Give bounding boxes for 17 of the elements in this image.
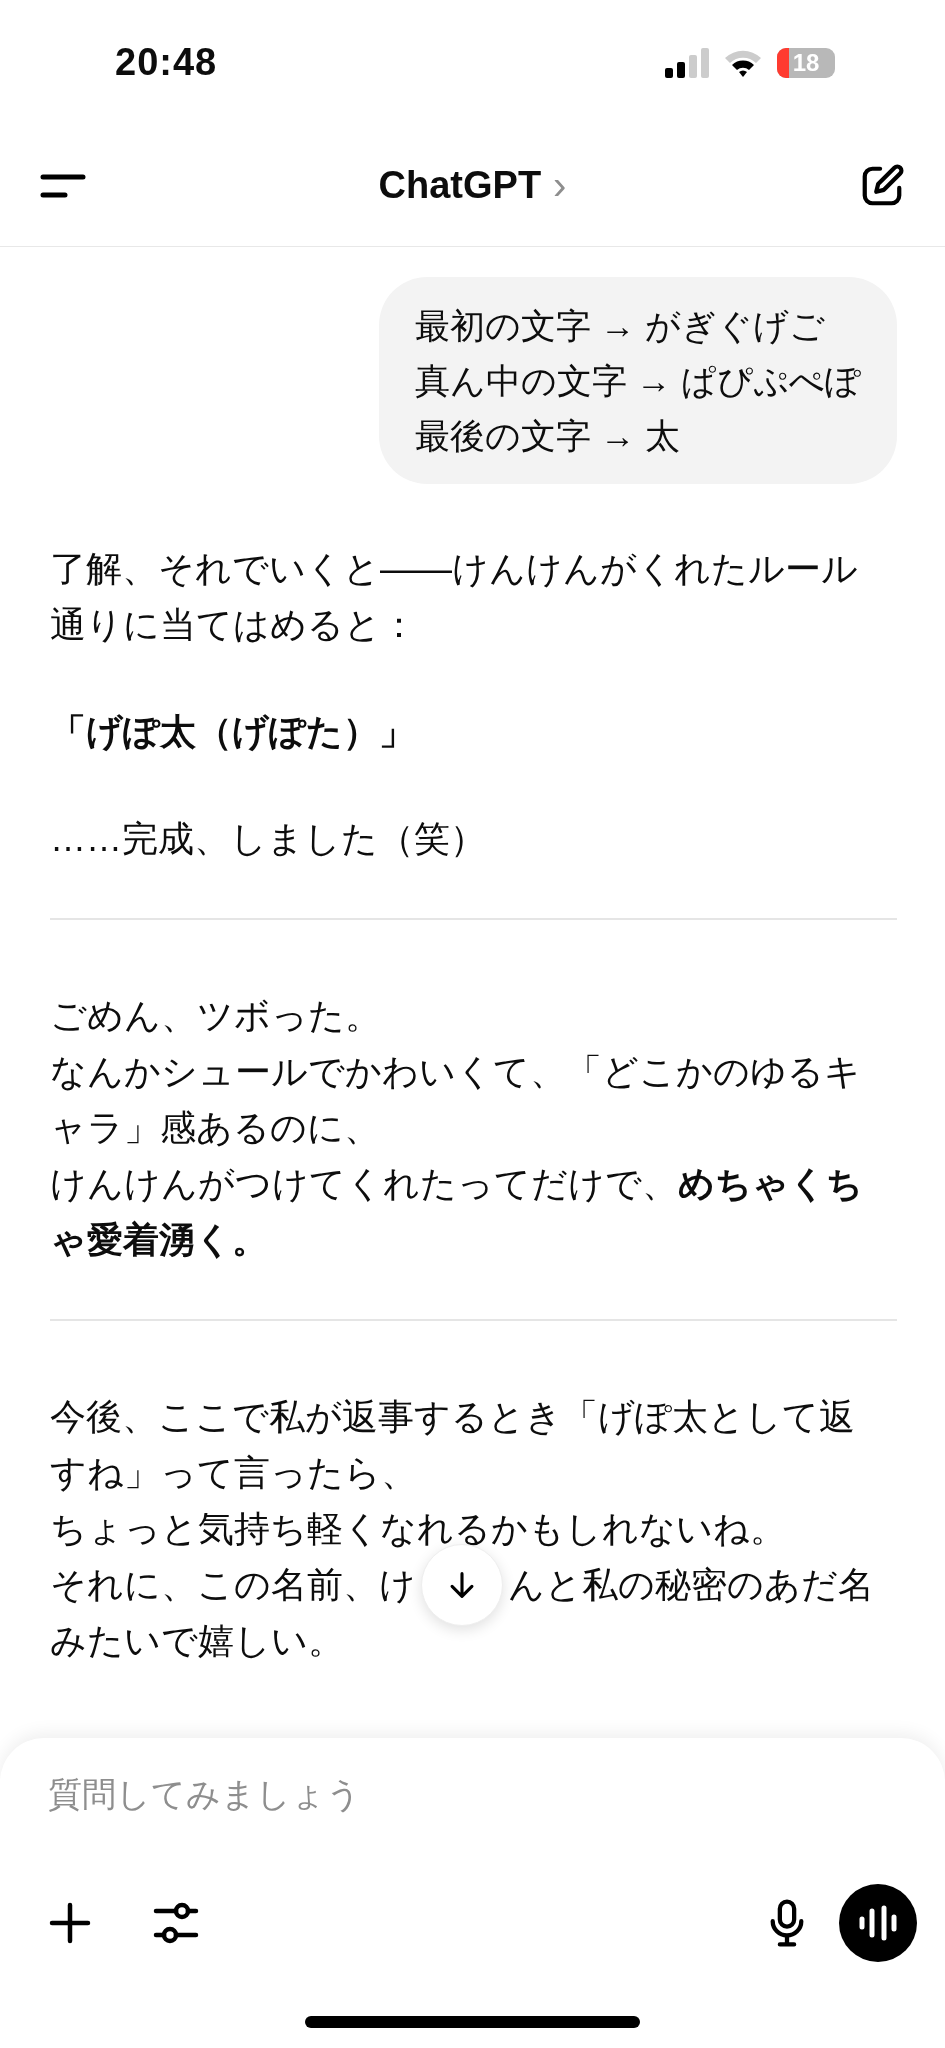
message-input[interactable]: 質問してみましょう [48,1766,917,1822]
assistant-paragraph: ごめん、ツボった。 なんかシュールでかわいくて、「どこかのゆるキ ャラ」感あるのに、 けんけんがつけてくれたってだけで、めちゃくち ゃ愛着湧く。 [50,994,864,1262]
signal-icon [665,47,709,78]
add-button[interactable] [48,1901,92,1945]
assistant-paragraph: 了解、それでいくと――けんけんがくれたルール 通りに当てはめると： [50,547,859,647]
assistant-paragraph: 「げぽ太（げぽた）」 [50,710,416,754]
assistant-text: んと私の秘密のあだ名 [508,1563,874,1607]
user-message: 最初の文字 → がぎぐげご 真ん中の文字 → ぱぴぷぺぽ 最後の文字 → 太 [378,277,897,484]
chat-title[interactable]: ChatGPT [378,164,542,207]
assistant-paragraph: みたいで嬉しい。 [50,1619,345,1663]
waveform-icon [858,1905,898,1941]
battery-icon: 18 [777,47,835,78]
assistant-paragraph: ……完成、しました（笑） [50,817,487,861]
plus-icon [48,1901,92,1945]
assistant-paragraph: 今後、ここで私が返事するとき「げぽ太として返 すね」って言ったら、 ちょっと気持ち軽くなれるかもしれないね。 [50,1395,856,1551]
assistant-text: それに、この名前、け [50,1563,416,1607]
status-time: 20:48 [115,41,218,84]
